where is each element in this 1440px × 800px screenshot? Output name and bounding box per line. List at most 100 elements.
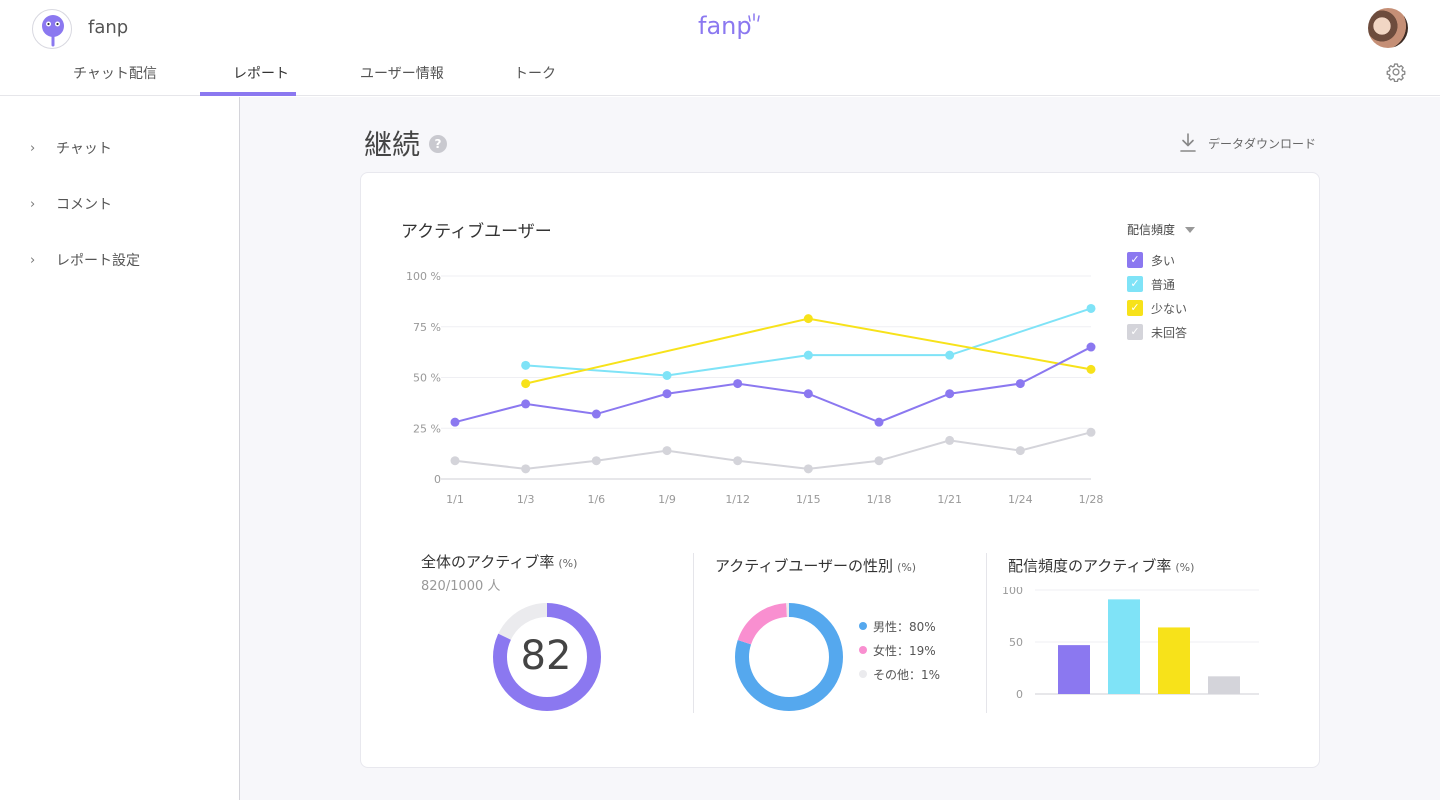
check-icon: ✓: [1127, 324, 1143, 340]
frequency-rate-title: 配信頻度のアクティブ率 (%): [1008, 555, 1194, 576]
sidebar-item-report-settings[interactable]: › レポート設定: [30, 248, 140, 272]
y-tick-label: 100: [1002, 587, 1023, 597]
data-point: [874, 417, 884, 427]
overall-rate-unit: (%): [558, 557, 578, 570]
sidebar-item-chat[interactable]: › チャット: [30, 136, 112, 160]
data-point: [662, 446, 672, 456]
check-icon: ✓: [1127, 252, 1143, 268]
x-tick-label: 1/21: [937, 493, 962, 506]
main-content: 継続 ? データダウンロード アクティブユーザー 配信頻度 ✓ 多い ✓ 普通 …: [240, 97, 1440, 800]
top-header: fanp fanp チャット配信 レポート ユーザー情報 トーク: [0, 0, 1440, 96]
x-tick-label: 1/28: [1079, 493, 1104, 506]
gear-icon[interactable]: [1386, 62, 1406, 82]
x-tick-label: 1/12: [725, 493, 750, 506]
legend-label: 少ない: [1151, 301, 1188, 316]
gender-title: アクティブユーザーの性別 (%): [715, 555, 916, 576]
data-point: [1086, 303, 1096, 313]
data-point: [591, 456, 601, 466]
tab-report[interactable]: レポート: [233, 63, 289, 83]
legend-checkbox-many[interactable]: ✓ 多い: [1127, 252, 1175, 268]
check-icon: ✓: [1127, 300, 1143, 316]
overall-rate-title: 全体のアクティブ率 (%): [421, 551, 577, 572]
x-tick-label: 1/9: [658, 493, 676, 506]
chevron-right-icon: ›: [30, 140, 36, 156]
legend-label: 多い: [1151, 253, 1176, 268]
frequency-rate-title-text: 配信頻度のアクティブ率: [1008, 557, 1172, 575]
bar: [1108, 599, 1140, 694]
mascot-icon: [42, 15, 64, 47]
user-avatar[interactable]: [1368, 8, 1408, 48]
data-point: [521, 360, 531, 370]
x-tick-label: 1/1: [446, 493, 464, 506]
data-point: [1015, 446, 1025, 456]
brand-logo[interactable]: fanp: [698, 12, 752, 40]
download-label: データダウンロード: [1208, 136, 1317, 151]
tab-talk[interactable]: トーク: [514, 63, 556, 83]
report-card: アクティブユーザー 配信頻度 ✓ 多い ✓ 普通 ✓ 少ない ✓ 未回答 100…: [360, 172, 1320, 768]
tab-user-info[interactable]: ユーザー情報: [360, 63, 444, 83]
gender-legend-female: 女性：19%: [859, 643, 936, 658]
data-point: [450, 417, 460, 427]
x-tick-label: 1/18: [867, 493, 892, 506]
download-icon: [1180, 133, 1196, 152]
frequency-dropdown[interactable]: 配信頻度: [1127, 221, 1196, 238]
bar: [1058, 645, 1090, 694]
overall-rate-value: 82: [520, 633, 572, 679]
x-tick-label: 1/24: [1008, 493, 1033, 506]
data-point: [662, 370, 672, 380]
chevron-right-icon: ›: [30, 252, 36, 268]
data-point: [803, 464, 813, 474]
app-logo[interactable]: [32, 9, 72, 49]
legend-label: その他：1%: [873, 667, 941, 682]
gender-unit: (%): [897, 561, 917, 574]
help-icon[interactable]: ?: [429, 135, 447, 153]
sidebar-item-label: コメント: [56, 197, 112, 213]
x-tick-label: 1/6: [587, 493, 605, 506]
gender-legend-other: その他：1%: [859, 667, 941, 682]
y-tick-label: 0: [1016, 688, 1023, 701]
legend-label: 男性：80%: [873, 619, 936, 634]
series-line: [454, 431, 1092, 470]
sidebar-item-label: チャット: [56, 141, 112, 157]
data-point: [662, 389, 672, 399]
data-point: [803, 389, 813, 399]
data-point: [1086, 364, 1096, 374]
divider: [986, 553, 987, 713]
data-point: [1086, 342, 1096, 352]
legend-dot: [859, 670, 867, 678]
data-download-button[interactable]: データダウンロード: [1180, 133, 1316, 153]
gender-donut: [735, 603, 843, 711]
sidebar-item-label: レポート設定: [56, 253, 140, 269]
frequency-bar-chart: 100 50 0: [1002, 587, 1259, 701]
sidebar-item-comment[interactable]: › コメント: [30, 192, 112, 216]
active-tab-indicator: [200, 92, 296, 96]
legend-checkbox-normal[interactable]: ✓ 普通: [1127, 276, 1175, 292]
data-point: [521, 464, 531, 474]
frequency-rate-unit: (%): [1175, 561, 1195, 574]
active-users-title: アクティブユーザー: [401, 222, 552, 242]
data-point: [874, 456, 884, 466]
data-point: [733, 456, 743, 466]
bar: [1158, 627, 1190, 694]
legend-checkbox-no-answer[interactable]: ✓ 未回答: [1127, 324, 1187, 340]
data-point: [733, 379, 743, 389]
y-tick-label: 75 %: [413, 321, 441, 334]
data-point: [945, 350, 955, 360]
data-point: [1015, 379, 1025, 389]
tab-chat-delivery[interactable]: チャット配信: [73, 63, 157, 83]
data-point: [1086, 427, 1096, 437]
legend-title: 配信頻度: [1127, 223, 1176, 237]
app-name: fanp: [88, 17, 129, 38]
legend-checkbox-few[interactable]: ✓ 少ない: [1127, 300, 1187, 316]
legend-label: 未回答: [1151, 325, 1188, 340]
bar: [1208, 676, 1240, 694]
data-point: [521, 379, 531, 389]
data-point: [521, 399, 531, 409]
data-point: [450, 456, 460, 466]
y-tick-label: 50: [1009, 636, 1023, 649]
legend-dot: [859, 646, 867, 654]
active-users-line-chart: 100 % 75 % 50 % 25 % 0 1/1 1/3 1/6 1/9 1/12 1/15 1/…: [406, 270, 1104, 506]
data-point: [803, 350, 813, 360]
sparkle-icon: [748, 13, 760, 22]
y-tick-label: 0: [434, 473, 441, 486]
